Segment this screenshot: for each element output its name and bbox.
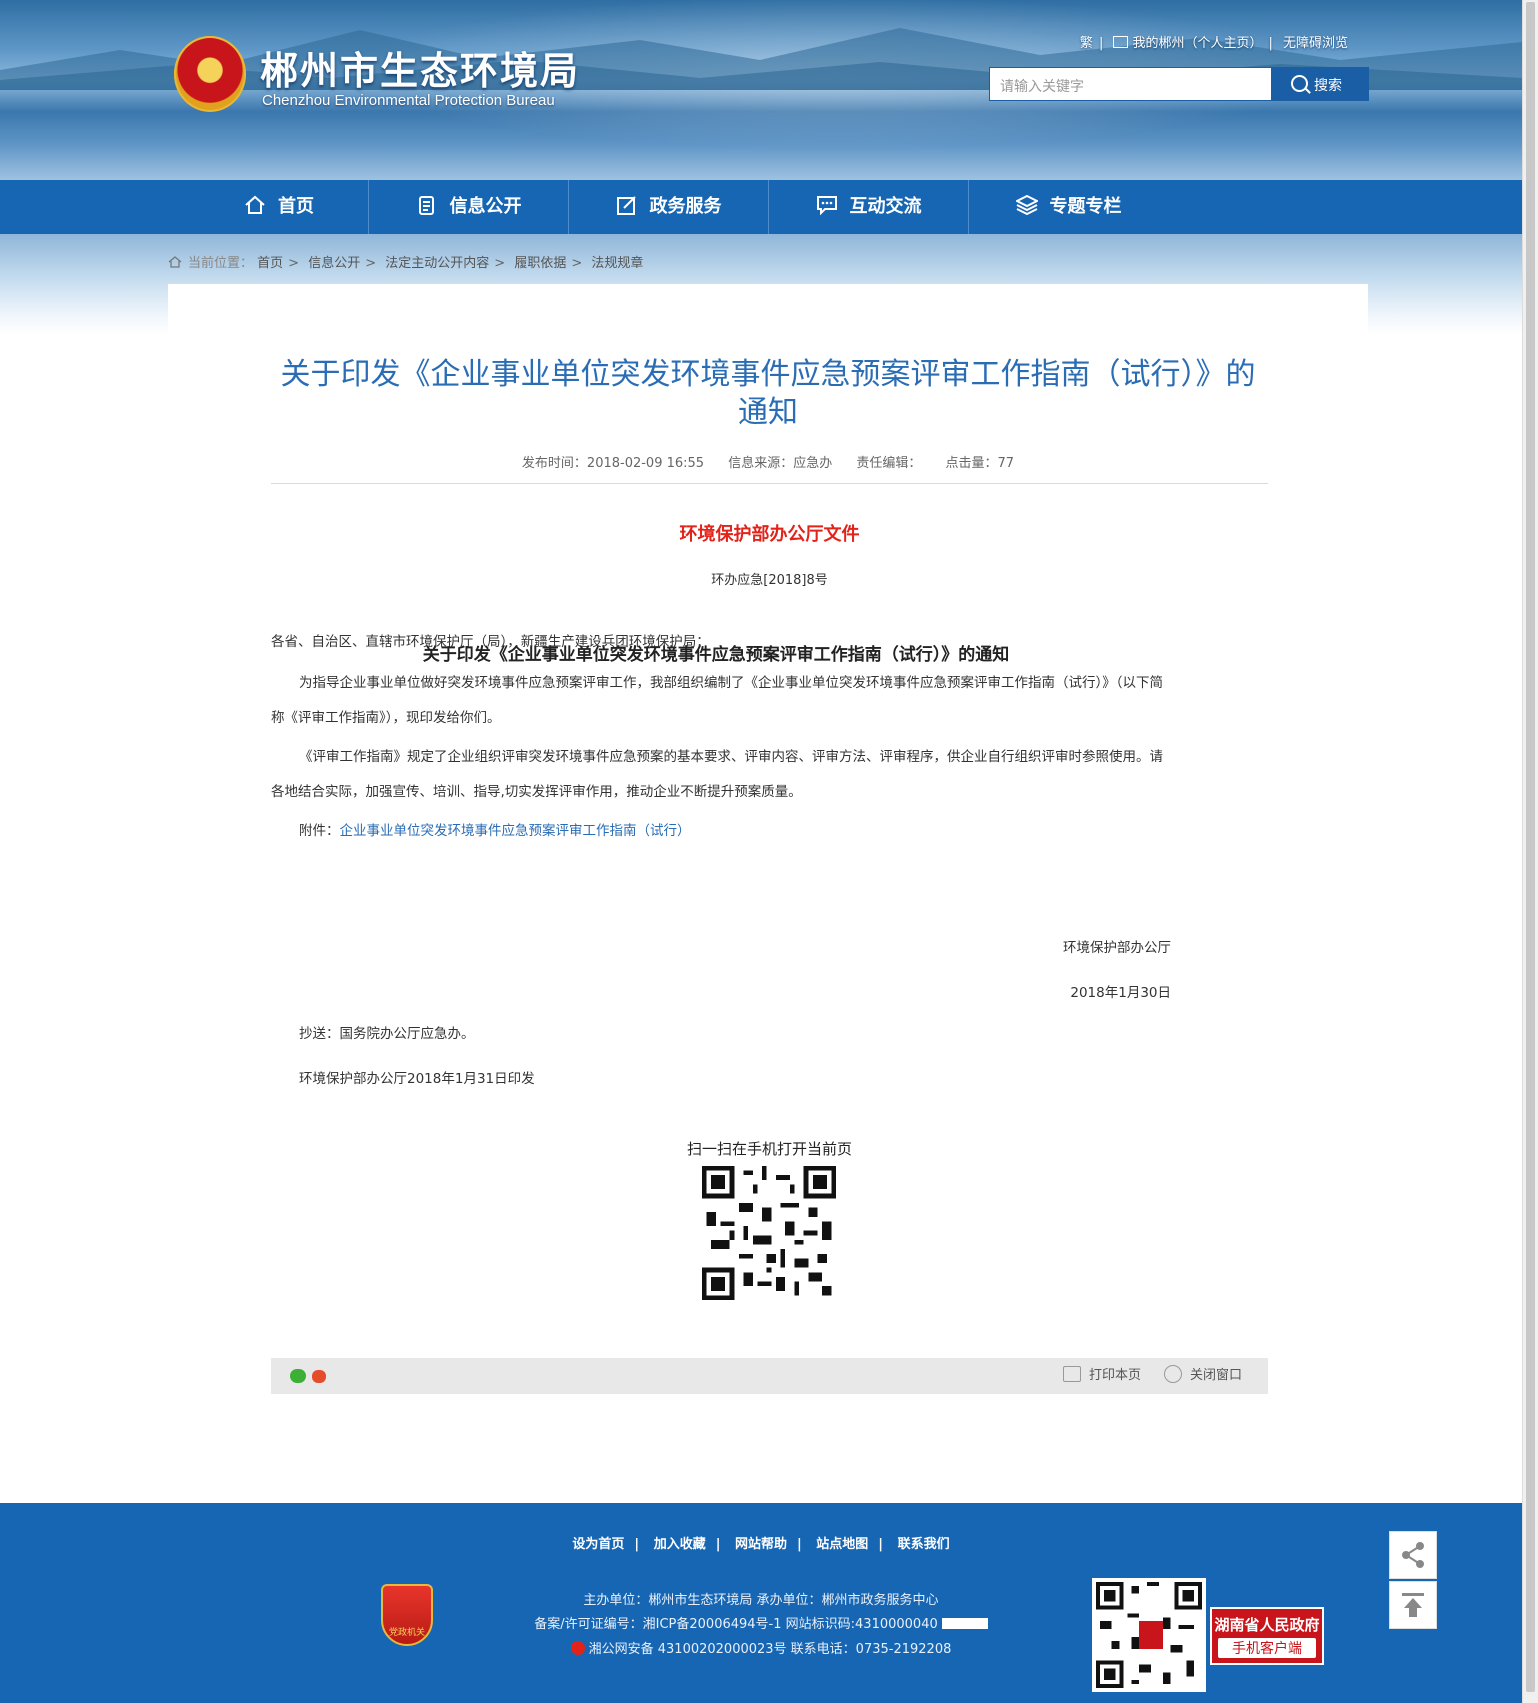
- printed-line: 环境保护部办公厅2018年1月31日印发: [299, 1071, 535, 1087]
- hunan-gov-app-badge[interactable]: 湖南省人民政府 手机客户端: [1210, 1607, 1324, 1665]
- attachment-link[interactable]: 企业事业单位突发环境事件应急预案评审工作指南（试行）: [340, 823, 691, 839]
- article-title: 关于印发《企业事业单位突发环境事件应急预案评审工作指南（试行）》的通知: [280, 357, 1256, 430]
- nav-label: 专题专栏: [1049, 196, 1122, 217]
- footer-link-contact[interactable]: 联系我们: [898, 1537, 950, 1552]
- header-banner: 郴州市生态环境局 Chenzhou Environmental Protecti…: [0, 0, 1522, 180]
- footer-qr-code: [1092, 1578, 1206, 1692]
- page-scrollbar[interactable]: [1522, 0, 1538, 1703]
- back-to-top-button[interactable]: [1389, 1581, 1437, 1629]
- page-qr-code: [702, 1166, 836, 1300]
- accessibility-link[interactable]: 无障碍浏览: [1283, 36, 1348, 51]
- wechat-share-icon[interactable]: [290, 1369, 306, 1383]
- footer: 设为首页 | 加入收藏 | 网站帮助 | 站点地图 | 联系我们 党政机关 主办单位：郴…: [0, 1503, 1522, 1703]
- scrollbar-thumb[interactable]: [1526, 2, 1535, 1692]
- document-number: 环办应急[2018]8号: [711, 573, 828, 588]
- search-button-label: 搜索: [1314, 78, 1342, 94]
- close-label: 关闭窗口: [1190, 1368, 1243, 1383]
- weibo-share-icon[interactable]: [312, 1370, 326, 1383]
- nav-label: 信息公开: [449, 196, 522, 217]
- nav-item-interaction[interactable]: 互动交流: [769, 180, 968, 234]
- footer-link-set-home[interactable]: 设为首页: [572, 1537, 624, 1552]
- edit-icon: [616, 196, 636, 215]
- footer-link-bookmark[interactable]: 加入收藏: [654, 1537, 706, 1552]
- nav-item-home[interactable]: 首页: [190, 180, 368, 234]
- paragraph-1: 为指导企业事业单位做好突发环境事件应急预案评审工作，我部组织编制了《企业事业单位…: [271, 675, 1163, 726]
- nav-label: 政务服务: [649, 196, 722, 217]
- title-divider: [271, 483, 1268, 484]
- app-badge-title: 湖南省人民政府: [1214, 1616, 1320, 1634]
- breadcrumb-item-basis[interactable]: 履职依据: [514, 256, 566, 271]
- printer-icon: [1063, 1366, 1081, 1382]
- my-chenzhou-link[interactable]: 我的郴州（个人主页）: [1113, 36, 1262, 51]
- site-title: 郴州市生态环境局: [260, 49, 581, 93]
- nav-item-gov-services[interactable]: 政务服务: [569, 180, 768, 234]
- cc-line: 抄送：国务院办公厅应急办。: [299, 1026, 475, 1042]
- main-nav: 首页 信息公开 政务服务 互动交流 专题专栏: [0, 180, 1522, 235]
- close-icon: [1164, 1365, 1182, 1383]
- share-toolbar: 打印本页 关闭窗口: [271, 1358, 1268, 1394]
- search-input[interactable]: 请输入关键字: [989, 67, 1272, 101]
- info-source: 信息来源：应急办: [728, 456, 833, 471]
- document-icon: [418, 196, 434, 215]
- top-links: 繁 | 我的郴州（个人主页） | 无障碍浏览: [1079, 36, 1348, 51]
- attachment: 附件：企业事业单位突发环境事件应急预案评审工作指南（试行）: [271, 814, 1171, 849]
- police-text: 湘公网安备 43100202000023号 联系电话：0735-2192208: [588, 1642, 952, 1657]
- home-icon: [168, 256, 182, 268]
- editor: 责任编辑：: [856, 456, 922, 471]
- arrow-up-icon: [1402, 1593, 1424, 1617]
- qr-caption: 扫一扫在手机打开当前页: [686, 1140, 852, 1158]
- nav-item-special-topics[interactable]: 专题专栏: [969, 180, 1168, 234]
- share-icon: [1402, 1542, 1424, 1568]
- chat-icon: [816, 196, 837, 216]
- app-badge-subtitle: 手机客户端: [1218, 1638, 1316, 1658]
- layers-icon: [1015, 194, 1038, 216]
- close-window-button[interactable]: 关闭窗口: [1164, 1358, 1242, 1394]
- search-button[interactable]: 搜索: [1272, 67, 1369, 101]
- breadcrumb-label: 当前位置：: [188, 256, 254, 271]
- search-icon: [1291, 75, 1308, 92]
- footer-link-help[interactable]: 网站帮助: [735, 1537, 787, 1552]
- view-count: 点击量：77: [945, 456, 1015, 471]
- attachment-label: 附件：: [299, 823, 340, 839]
- breadcrumb-item-regulations[interactable]: 法规规章: [591, 256, 643, 271]
- print-label: 打印本页: [1089, 1368, 1142, 1383]
- breadcrumb: 当前位置： 首页 > 信息公开 > 法定主动公开内容 > 履职依据 > 法规规章: [168, 252, 643, 271]
- icp-text: 备案/许可证编号：湘ICP备20006494号-1 网站标识码:43100000…: [534, 1617, 938, 1632]
- print-button[interactable]: 打印本页: [1063, 1358, 1141, 1394]
- nav-item-info-disclosure[interactable]: 信息公开: [369, 180, 568, 234]
- document-header: 环境保护部办公厅文件: [679, 524, 860, 545]
- sign-date: 2018年1月30日: [1070, 985, 1171, 1001]
- breadcrumb-item-home[interactable]: 首页: [257, 256, 283, 271]
- site-subtitle: Chenzhou Environmental Protection Bureau: [262, 92, 555, 109]
- breadcrumb-item-statutory[interactable]: 法定主动公开内容: [385, 256, 489, 271]
- breadcrumb-item-info[interactable]: 信息公开: [308, 256, 360, 271]
- traditional-chinese-link[interactable]: 繁: [1080, 36, 1093, 51]
- footer-host-info: 主办单位：郴州市生态环境局 承办单位：郴州市政务服务中心: [583, 1593, 939, 1608]
- cnzz-logo-icon[interactable]: [941, 1618, 988, 1629]
- share-float-button[interactable]: [1389, 1531, 1437, 1579]
- publish-time: 发布时间：2018-02-09 16:55: [521, 456, 705, 471]
- national-emblem-icon: [174, 36, 246, 112]
- footer-links: 设为首页 | 加入收藏 | 网站帮助 | 站点地图 | 联系我们: [572, 1537, 950, 1552]
- recipients: 各省、自治区、直辖市环境保护厅（局），新疆生产建设兵团环境保护局：: [271, 634, 710, 650]
- article-panel: 关于印发《企业事业单位突发环境事件应急预案评审工作指南（试行）》的通知 发布时间…: [168, 284, 1368, 1494]
- signer: 环境保护部办公厅: [1063, 940, 1171, 956]
- nav-label: 首页: [278, 196, 314, 217]
- paragraph-2: 《评审工作指南》规定了企业组织评审突发环境事件应急预案的基本要求、评审内容、评审…: [271, 749, 1163, 800]
- police-badge-icon: [570, 1641, 585, 1655]
- article-meta: 发布时间：2018-02-09 16:55 信息来源：应急办 责任编辑： 点击量…: [268, 452, 1268, 471]
- footer-link-sitemap[interactable]: 站点地图: [816, 1537, 868, 1552]
- nav-label: 互动交流: [849, 196, 922, 217]
- monitor-icon: [1113, 36, 1129, 48]
- home-icon: [245, 195, 265, 214]
